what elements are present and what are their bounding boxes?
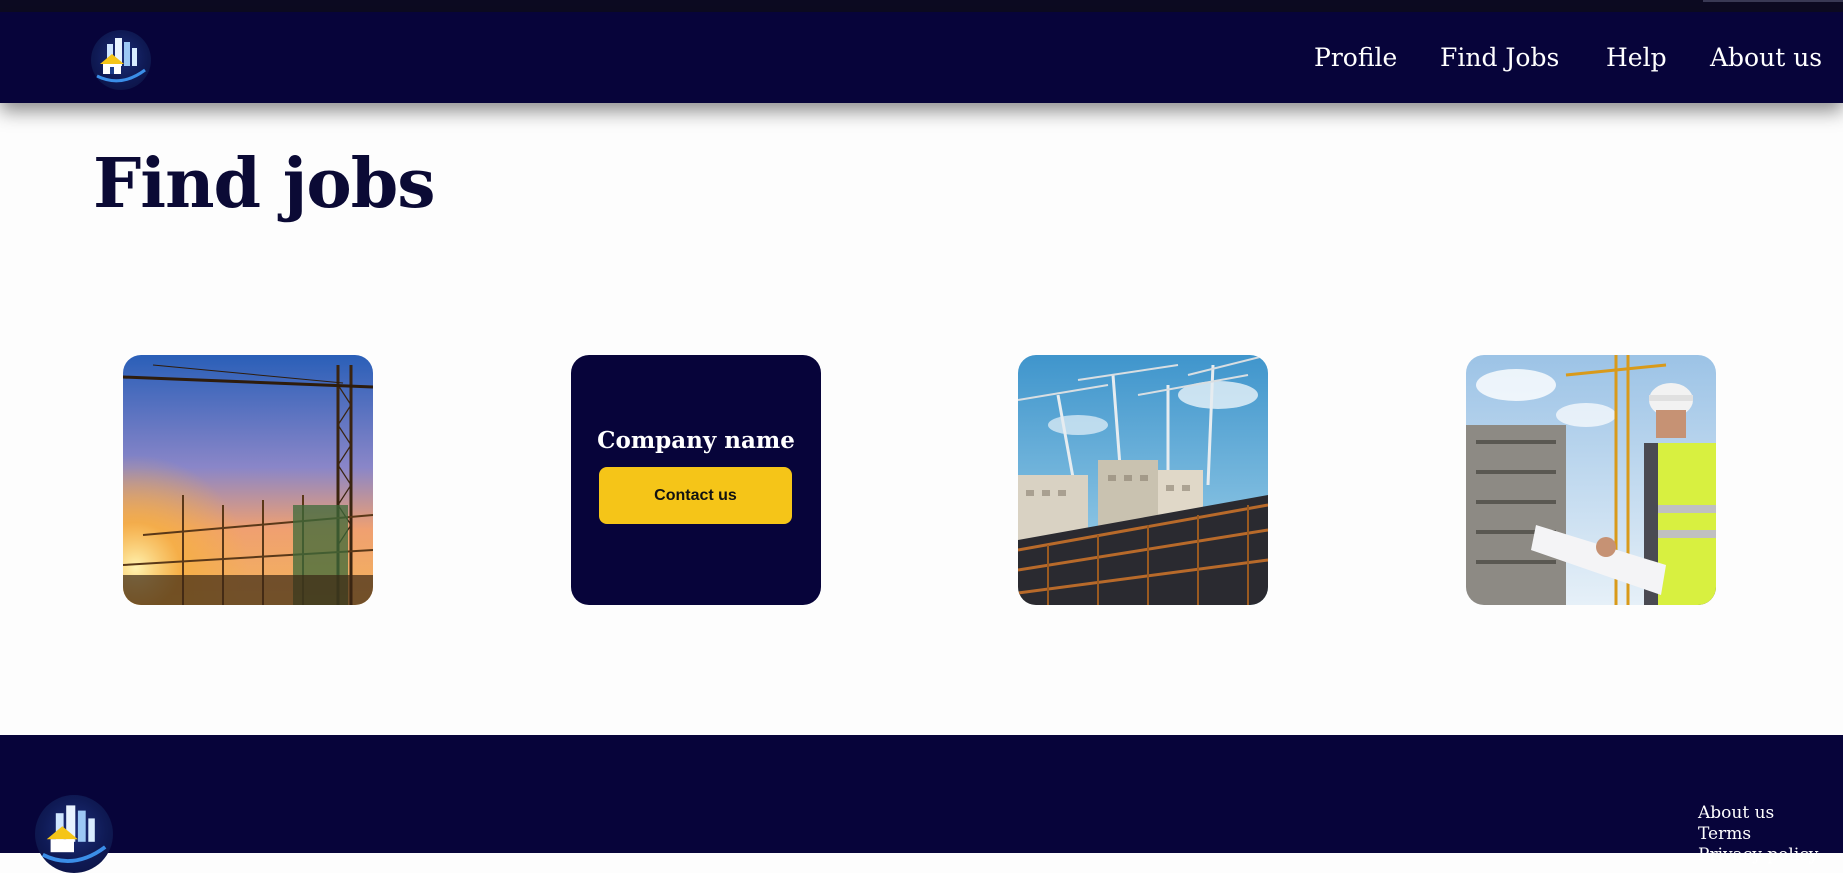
contact-us-button[interactable]: Contact us bbox=[599, 467, 792, 524]
contact-us-button-label: Contact us bbox=[654, 486, 737, 504]
job-card-image-construction-sunset[interactable] bbox=[123, 355, 373, 605]
browser-top-strip bbox=[0, 0, 1843, 12]
company-card: Company name Contact us bbox=[571, 355, 821, 605]
nav-help-link[interactable]: Help bbox=[1606, 12, 1667, 103]
footer-link-terms[interactable]: Terms bbox=[1698, 824, 1818, 845]
job-card-image-cranes[interactable] bbox=[1018, 355, 1268, 605]
nav-find-jobs-link[interactable]: Find Jobs bbox=[1440, 12, 1559, 103]
job-card-image-engineer[interactable] bbox=[1466, 355, 1716, 605]
engineer-blueprints-image bbox=[1466, 355, 1716, 605]
footer-link-about-us[interactable]: About us bbox=[1698, 803, 1818, 824]
company-name-label: Company name bbox=[597, 427, 795, 454]
page-title: Find jobs bbox=[93, 144, 436, 224]
cranes-building-image bbox=[1018, 355, 1268, 605]
footer: About us Terms Privacy policy bbox=[0, 735, 1843, 873]
footer-links: About us Terms Privacy policy bbox=[1698, 803, 1818, 866]
logo-graphic bbox=[96, 38, 146, 83]
footer-logo-graphic bbox=[41, 805, 107, 863]
footer-logo-icon[interactable] bbox=[35, 795, 113, 873]
top-navbar: Profile Find Jobs Help About us bbox=[0, 12, 1843, 103]
top-strip-notch bbox=[1703, 0, 1843, 2]
nav-about-us-link[interactable]: About us bbox=[1710, 12, 1822, 103]
site-logo-icon[interactable] bbox=[91, 30, 151, 90]
nav-profile-link[interactable]: Profile bbox=[1314, 12, 1397, 103]
footer-link-privacy-policy[interactable]: Privacy policy bbox=[1698, 845, 1818, 866]
construction-sunset-image bbox=[123, 355, 373, 605]
